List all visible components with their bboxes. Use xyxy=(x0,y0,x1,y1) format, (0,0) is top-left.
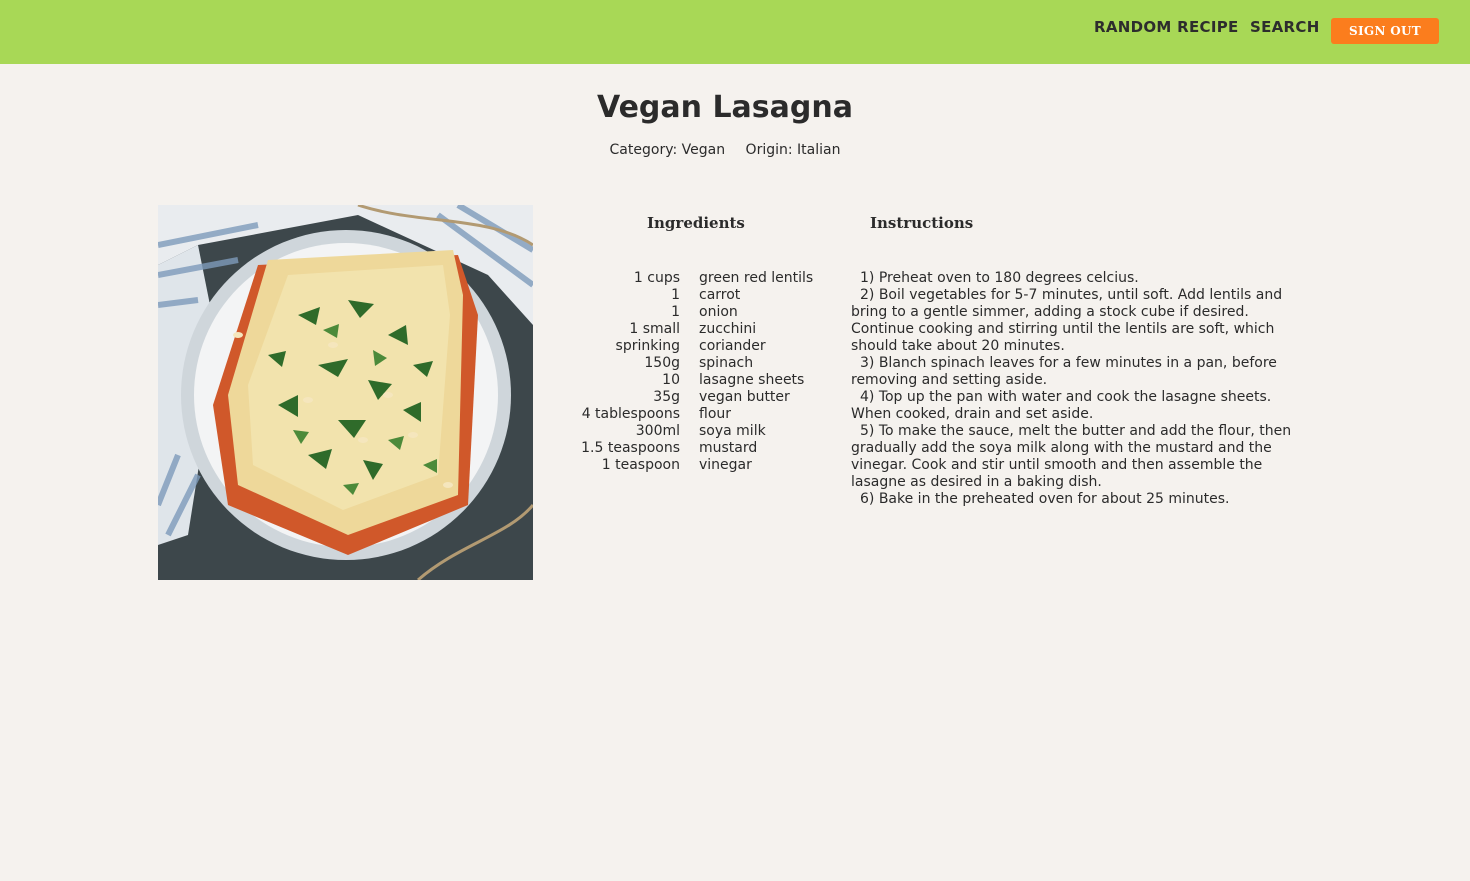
recipe-meta: Category: Vegan Origin: Italian xyxy=(0,142,1450,158)
ingredient-qty: sprinking xyxy=(615,338,680,354)
instructions-heading: Instructions xyxy=(870,214,974,232)
instruction-step: 3) Blanch spinach leaves for a few minut… xyxy=(851,355,1277,388)
ingredients-list: 1 cups green red lentils 1 carrot 1 onion 1… xyxy=(560,270,840,474)
origin-value: Italian xyxy=(797,142,841,158)
ingredient-row: sprinking coriander xyxy=(560,338,840,355)
instruction-step: 1) Preheat oven to 180 degrees celcius. xyxy=(860,270,1139,286)
recipe-title: Vegan Lasagna xyxy=(597,90,853,125)
instructions-list: 1) Preheat oven to 180 degrees celcius. … xyxy=(851,270,1311,508)
ingredient-row: 1 teaspoon vinegar xyxy=(560,457,840,474)
instruction-step: 6) Bake in the preheated oven for about … xyxy=(860,491,1230,507)
ingredient-name: flour xyxy=(699,406,732,422)
ingredient-qty: 1.5 teaspoons xyxy=(581,440,680,456)
ingredient-qty: 1 small xyxy=(629,321,680,337)
ingredient-name: vinegar xyxy=(699,457,752,473)
ingredient-name: coriander xyxy=(699,338,766,354)
ingredient-row: 1 small zucchini xyxy=(560,321,840,338)
ingredient-row: 35g vegan butter xyxy=(560,389,840,406)
recipe-photo xyxy=(158,205,533,580)
ingredient-row: 1 cups green red lentils xyxy=(560,270,840,287)
ingredient-qty: 10 xyxy=(662,372,680,388)
top-nav-bar: RANDOM RECIPE SEARCH SIGN OUT xyxy=(0,0,1470,64)
ingredient-name: green red lentils xyxy=(699,270,814,286)
instruction-step: 2) Boil vegetables for 5-7 minutes, unti… xyxy=(851,287,1283,354)
ingredient-name: spinach xyxy=(699,355,754,371)
category-label: Category: xyxy=(609,142,678,158)
ingredient-row: 1 onion xyxy=(560,304,840,321)
ingredient-qty: 1 cups xyxy=(633,270,680,286)
ingredient-name: onion xyxy=(699,304,738,320)
ingredient-row: 4 tablespoons flour xyxy=(560,406,840,423)
ingredient-row: 300ml soya milk xyxy=(560,423,840,440)
ingredient-qty: 4 tablespoons xyxy=(581,406,680,422)
origin-label: Origin: xyxy=(745,142,793,158)
sign-out-button[interactable]: SIGN OUT xyxy=(1331,18,1439,44)
ingredient-name: vegan butter xyxy=(699,389,790,405)
ingredient-qty: 150g xyxy=(644,355,680,371)
category-value: Vegan xyxy=(681,142,726,158)
ingredient-row: 10 lasagne sheets xyxy=(560,372,840,389)
instruction-step: 5) To make the sauce, melt the butter an… xyxy=(851,423,1292,490)
lasagna-image xyxy=(158,205,533,580)
ingredient-qty: 1 xyxy=(671,287,680,303)
ingredient-row: 1.5 teaspoons mustard xyxy=(560,440,840,457)
ingredient-row: 150g spinach xyxy=(560,355,840,372)
ingredient-name: soya milk xyxy=(699,423,766,439)
ingredient-qty: 300ml xyxy=(635,423,680,439)
random-recipe-link[interactable]: RANDOM RECIPE xyxy=(1094,18,1239,36)
ingredient-qty: 1 teaspoon xyxy=(601,457,680,473)
search-link[interactable]: SEARCH xyxy=(1250,18,1320,36)
ingredient-name: mustard xyxy=(699,440,758,456)
ingredient-qty: 35g xyxy=(653,389,680,405)
instruction-step: 4) Top up the pan with water and cook th… xyxy=(851,389,1272,422)
ingredient-name: lasagne sheets xyxy=(699,372,805,388)
ingredient-row: 1 carrot xyxy=(560,287,840,304)
ingredients-heading: Ingredients xyxy=(647,214,745,232)
ingredient-qty: 1 xyxy=(671,304,680,320)
ingredient-name: carrot xyxy=(699,287,741,303)
ingredient-name: zucchini xyxy=(699,321,757,337)
